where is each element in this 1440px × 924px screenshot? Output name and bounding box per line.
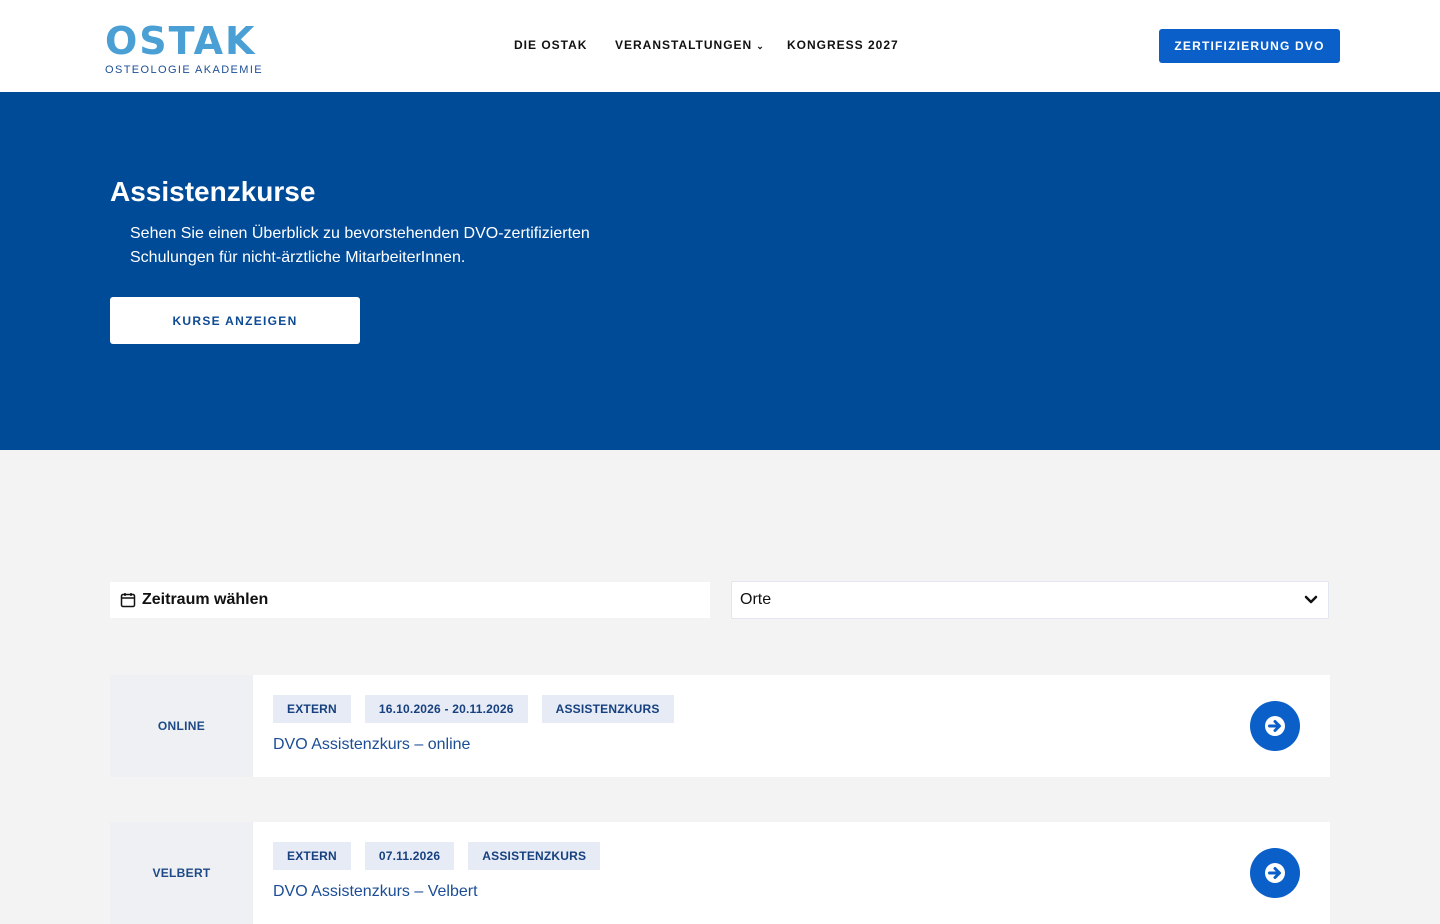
- arrow-right-circle-icon: [1265, 716, 1285, 736]
- nav-item-die-ostak[interactable]: DIE OSTAK: [514, 38, 587, 52]
- course-tags: EXTERN 07.11.2026 ASSISTENZKURS: [273, 842, 601, 870]
- location-select[interactable]: Orte: [731, 581, 1329, 619]
- date-range-filter[interactable]: Zeitraum wählen: [110, 582, 710, 618]
- course-card[interactable]: VELBERT EXTERN 07.11.2026 ASSISTENZKURS …: [110, 822, 1330, 924]
- nav-item-label: KONGRESS 2027: [787, 38, 899, 52]
- show-courses-button[interactable]: KURSE ANZEIGEN: [110, 297, 360, 344]
- hero-description: Sehen Sie einen Überblick zu bevorstehen…: [130, 225, 590, 266]
- date-range-label: Zeitraum wählen: [142, 591, 269, 608]
- tag-type: EXTERN: [273, 842, 351, 870]
- site-header: OSTAK OSTEOLOGIE AKADEMIE DIE OSTAK VERA…: [0, 0, 1440, 92]
- logo-subtitle: OSTEOLOGIE AKADEMIE: [105, 64, 264, 76]
- course-open-button[interactable]: [1250, 701, 1300, 751]
- course-tags: EXTERN 16.10.2026 - 20.11.2026 ASSISTENZ…: [273, 695, 674, 723]
- calendar-icon: [120, 593, 136, 608]
- nav-item-veranstaltungen[interactable]: VERANSTALTUNGEN ⌄: [615, 38, 765, 52]
- nav-item-label: DIE OSTAK: [514, 38, 588, 52]
- nav-item-kongress[interactable]: KONGRESS 2027: [787, 38, 899, 52]
- ostak-logo[interactable]: OSTAK OSTEOLOGIE AKADEMIE: [105, 22, 275, 78]
- chevron-down-icon: ⌄: [756, 41, 765, 51]
- course-location: VELBERT: [110, 822, 253, 924]
- course-title[interactable]: DVO Assistenzkurs – Velbert: [273, 883, 478, 901]
- course-open-button[interactable]: [1250, 848, 1300, 898]
- zertifizierung-button[interactable]: ZERTIFIZIERUNG DVO: [1159, 29, 1340, 63]
- location-select-value: Orte: [740, 591, 772, 608]
- nav-item-label: VERANSTALTUNGEN: [615, 38, 753, 52]
- logo-wordmark: OSTAK: [105, 19, 257, 63]
- course-location: ONLINE: [110, 675, 253, 777]
- chevron-down-icon: [1304, 595, 1318, 604]
- tag-date: 16.10.2026 - 20.11.2026: [364, 695, 528, 723]
- tag-type: EXTERN: [273, 695, 351, 723]
- tag-date: 07.11.2026: [364, 842, 455, 870]
- course-title[interactable]: DVO Assistenzkurs – online: [273, 736, 470, 754]
- tag-category: ASSISTENZKURS: [541, 695, 674, 723]
- arrow-right-circle-icon: [1265, 863, 1285, 883]
- course-card[interactable]: ONLINE EXTERN 16.10.2026 - 20.11.2026 AS…: [110, 675, 1330, 777]
- tag-category: ASSISTENZKURS: [468, 842, 601, 870]
- hero-banner: Assistenzkurse Sehen Sie einen Überblick…: [0, 92, 1440, 450]
- page-title: Assistenzkurse: [110, 176, 316, 207]
